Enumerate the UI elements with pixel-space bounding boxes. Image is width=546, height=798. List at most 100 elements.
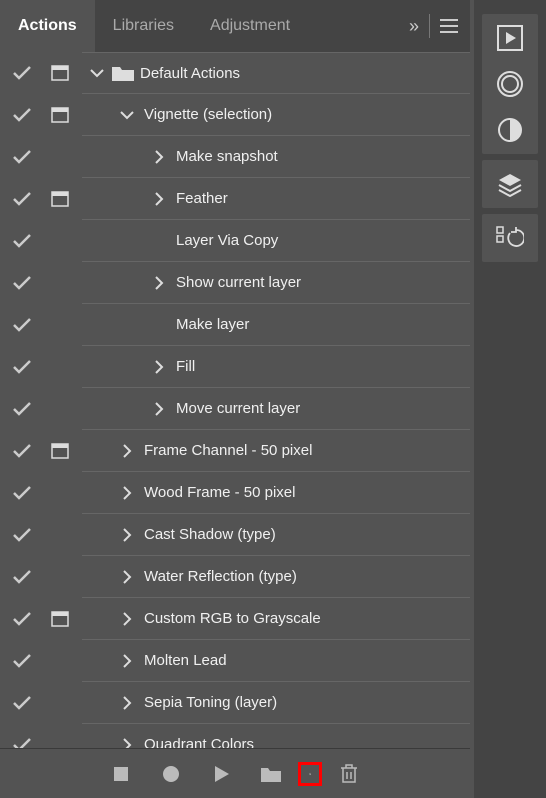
dock-layers-button[interactable] [492,166,528,202]
tree-row[interactable]: Quadrant Colors [0,724,470,748]
tree-row[interactable]: Make layer [0,304,470,346]
dock-group-2 [482,160,538,208]
tree-row[interactable]: Sepia Toning (layer) [0,682,470,724]
tree-row[interactable]: Layer Via Copy [0,220,470,262]
checkmark-icon[interactable] [0,738,44,748]
chevron-right-icon[interactable] [116,654,138,668]
new-action-button[interactable] [298,762,322,786]
divider-icon [429,14,430,38]
checkmark-icon[interactable] [0,696,44,710]
row-content: Make snapshot [82,136,470,178]
dialog-toggle-icon[interactable] [44,191,76,207]
dialog-toggle-icon[interactable] [44,65,76,81]
tree-row[interactable]: Custom RGB to Grayscale [0,598,470,640]
chevron-right-icon[interactable] [116,444,138,458]
row-label: Feather [170,190,228,207]
row-content: Layer Via Copy [82,220,470,262]
chevron-right-icon[interactable] [148,276,170,290]
dock-cc-button[interactable] [492,66,528,102]
panel-menu-icon[interactable] [440,19,458,33]
tree-row[interactable]: Feather [0,178,470,220]
row-content: Molten Lead [82,640,470,682]
dock-group-3 [482,214,538,262]
chevron-right-icon[interactable] [148,192,170,206]
dialog-toggle-icon[interactable] [44,107,76,123]
tree-row[interactable]: Water Reflection (type) [0,556,470,598]
row-content: Move current layer [82,388,470,430]
checkmark-icon[interactable] [0,402,44,416]
row-content: Vignette (selection) [82,94,470,136]
checkmark-icon[interactable] [0,444,44,458]
row-label: Water Reflection (type) [138,568,297,585]
row-label: Wood Frame - 50 pixel [138,484,295,501]
checkmark-icon[interactable] [0,654,44,668]
chevron-right-icon[interactable] [116,738,138,749]
row-label: Make layer [170,316,249,333]
new-set-button[interactable] [259,762,283,786]
tree-row[interactable]: Cast Shadow (type) [0,514,470,556]
checkmark-icon[interactable] [0,528,44,542]
row-content: Show current layer [82,262,470,304]
checkmark-icon[interactable] [0,570,44,584]
play-button[interactable] [209,762,233,786]
row-content: Custom RGB to Grayscale [82,598,470,640]
row-content: Sepia Toning (layer) [82,682,470,724]
chevron-right-icon[interactable] [116,486,138,500]
dialog-toggle-icon[interactable] [44,611,76,627]
more-tabs-icon[interactable]: » [409,16,419,37]
dock-history-button[interactable] [492,220,528,256]
row-label: Show current layer [170,274,301,291]
tree-row[interactable]: Default Actions [0,52,470,94]
tree-row[interactable]: Move current layer [0,388,470,430]
chevron-down-icon[interactable] [86,68,108,78]
tree-row[interactable]: Frame Channel - 50 pixel [0,430,470,472]
chevron-right-icon[interactable] [148,360,170,374]
row-label: Molten Lead [138,652,227,669]
tab-actions[interactable]: Actions [0,0,95,52]
delete-button[interactable] [337,762,361,786]
checkmark-icon[interactable] [0,108,44,122]
actions-tree: Default ActionsVignette (selection)Make … [0,52,470,748]
chevron-right-icon[interactable] [148,150,170,164]
row-content: Fill [82,346,470,388]
right-dock [474,0,546,798]
dock-adjust-button[interactable] [492,112,528,148]
row-label: Custom RGB to Grayscale [138,610,321,627]
row-content: Water Reflection (type) [82,556,470,598]
checkmark-icon[interactable] [0,276,44,290]
chevron-right-icon[interactable] [116,612,138,626]
checkmark-icon[interactable] [0,150,44,164]
dock-play-button[interactable] [492,20,528,56]
row-label: Frame Channel - 50 pixel [138,442,312,459]
dialog-toggle-icon[interactable] [44,443,76,459]
checkmark-icon[interactable] [0,612,44,626]
row-label: Sepia Toning (layer) [138,694,277,711]
tree-row[interactable]: Vignette (selection) [0,94,470,136]
row-content: Frame Channel - 50 pixel [82,430,470,472]
checkmark-icon[interactable] [0,360,44,374]
dock-group-1 [482,14,538,154]
chevron-right-icon[interactable] [148,402,170,416]
tree-row[interactable]: Molten Lead [0,640,470,682]
chevron-right-icon[interactable] [116,696,138,710]
checkmark-icon[interactable] [0,486,44,500]
row-content: Make layer [82,304,470,346]
chevron-right-icon[interactable] [116,528,138,542]
chevron-down-icon[interactable] [116,110,138,120]
record-button[interactable] [159,762,183,786]
tree-row[interactable]: Fill [0,346,470,388]
tab-adjustment[interactable]: Adjustment [192,0,308,52]
tree-row[interactable]: Show current layer [0,262,470,304]
tree-row[interactable]: Wood Frame - 50 pixel [0,472,470,514]
checkmark-icon[interactable] [0,66,44,80]
chevron-right-icon[interactable] [116,570,138,584]
stop-button[interactable] [109,762,133,786]
checkmark-icon[interactable] [0,192,44,206]
row-label: Default Actions [134,65,240,82]
tab-libraries[interactable]: Libraries [95,0,192,52]
row-label: Fill [170,358,195,375]
row-content: Cast Shadow (type) [82,514,470,556]
checkmark-icon[interactable] [0,234,44,248]
tree-row[interactable]: Make snapshot [0,136,470,178]
checkmark-icon[interactable] [0,318,44,332]
